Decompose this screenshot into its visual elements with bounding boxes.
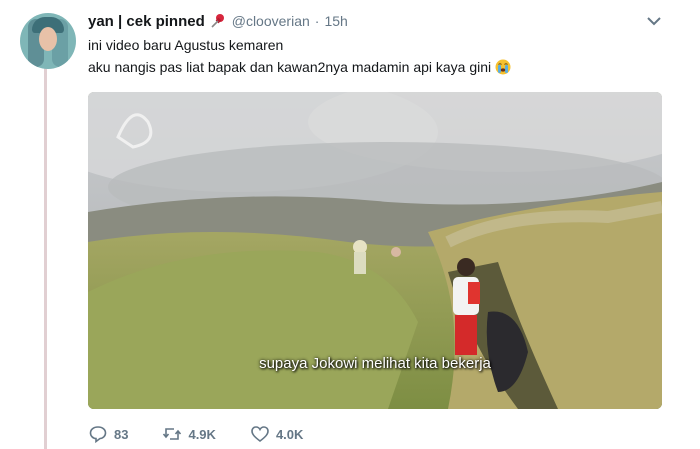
reply-icon: [89, 426, 107, 444]
chevron-down-icon[interactable]: [644, 14, 664, 30]
heart-icon: [251, 426, 269, 443]
display-name[interactable]: yan | cek pinned: [88, 13, 205, 30]
like-count: 4.0K: [275, 426, 304, 442]
avatar[interactable]: [20, 13, 76, 69]
retweet-icon: [163, 428, 182, 440]
retweet-count: 4.9K: [188, 426, 216, 442]
video-media[interactable]: supaya Jokowi melihat kita bekerja: [88, 92, 662, 409]
reply-count: 83: [114, 426, 129, 442]
loudly-crying-face-icon: [495, 59, 511, 75]
tweet-text-line-1: ini video baru Agustus kemaren: [88, 37, 284, 53]
tweet-text-line-2: aku nangis pas liat bapak dan kawan2nya …: [88, 59, 511, 75]
video-subtitle: supaya Jokowi melihat kita bekerja: [259, 355, 491, 372]
timestamp[interactable]: 15h: [324, 13, 347, 29]
pin-icon: [210, 13, 226, 29]
tweet-header: yan | cek pinned @clooverian · 15h: [88, 11, 348, 31]
tweet-text-line-2-content: aku nangis pas liat bapak dan kawan2nya …: [88, 59, 492, 75]
separator-dot: ·: [314, 13, 320, 29]
retweet-button[interactable]: 4.9K: [162, 424, 216, 444]
user-handle[interactable]: @clooverian: [232, 13, 310, 29]
tweet-actions: 83 4.9K 4.0K: [88, 424, 337, 444]
reply-button[interactable]: 83: [88, 424, 128, 444]
thread-line: [44, 68, 47, 449]
like-button[interactable]: 4.0K: [250, 424, 303, 444]
